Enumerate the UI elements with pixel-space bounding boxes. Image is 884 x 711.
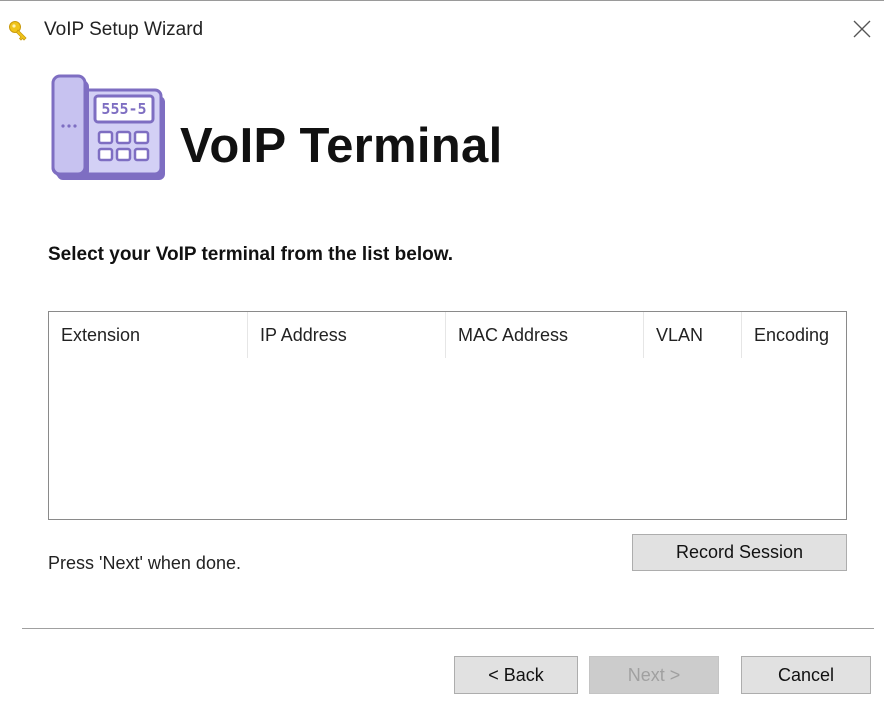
next-button[interactable]: Next > [589,656,719,694]
terminal-list[interactable]: Extension IP Address MAC Address VLAN En… [48,311,847,520]
status-text: Press 'Next' when done. [48,553,241,573]
list-body[interactable] [49,358,846,519]
column-header-extension[interactable]: Extension [49,312,248,358]
back-button[interactable]: < Back [454,656,578,694]
record-session-button[interactable]: Record Session [632,534,847,571]
page-title: VoIP Terminal [180,119,503,173]
logo-display-text: 555-5 [101,100,146,118]
column-header-encoding[interactable]: Encoding [742,312,846,358]
title-bar: VoIP Setup Wizard [0,1,884,53]
instruction-text: Select your VoIP terminal from the list … [48,244,454,265]
cancel-button[interactable]: Cancel [741,656,871,694]
column-header-vlan[interactable]: VLAN [644,312,742,358]
key-icon [8,20,30,42]
close-icon[interactable] [848,14,878,44]
window-title: VoIP Setup Wizard [44,19,204,40]
divider [22,628,874,629]
column-header-mac-address[interactable]: MAC Address [446,312,644,358]
list-header: Extension IP Address MAC Address VLAN En… [49,312,846,358]
desk-phone-icon: 555-5 [51,74,169,184]
column-header-ip-address[interactable]: IP Address [248,312,446,358]
